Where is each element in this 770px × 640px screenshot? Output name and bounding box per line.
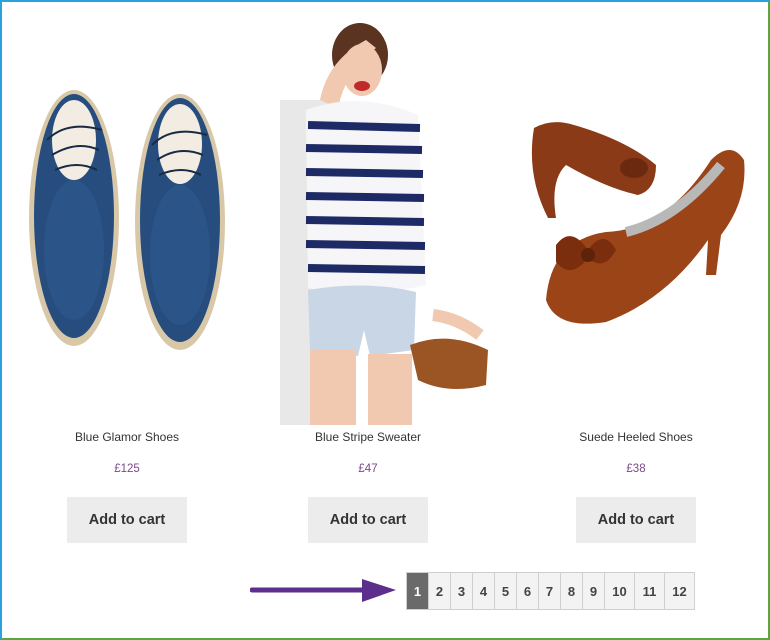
page-link-9[interactable]: 9: [583, 573, 605, 609]
product-image-stripe-sweater[interactable]: [248, 0, 488, 425]
add-to-cart-button[interactable]: Add to cart: [67, 497, 187, 543]
page-link-12[interactable]: 12: [665, 573, 694, 609]
pagination: 1 2 3 4 5 6 7 8 9 10 11 12: [406, 572, 695, 610]
product-image-blue-shoes[interactable]: [7, 0, 247, 425]
page-link-11[interactable]: 11: [635, 573, 665, 609]
page-link-10[interactable]: 10: [605, 573, 635, 609]
page-link-1[interactable]: 1: [407, 573, 429, 609]
page-link-6[interactable]: 6: [517, 573, 539, 609]
page-link-5[interactable]: 5: [495, 573, 517, 609]
stripe-sweater-image: [280, 23, 488, 425]
product-price: £47: [358, 463, 378, 475]
blue-shoes-image: [29, 90, 225, 350]
add-to-cart-button[interactable]: Add to cart: [576, 497, 696, 543]
product-image-suede-heels[interactable]: [516, 0, 756, 425]
product-price: £125: [114, 463, 140, 475]
page-link-3[interactable]: 3: [451, 573, 473, 609]
product-name[interactable]: Blue Glamor Shoes: [7, 430, 247, 444]
page-link-4[interactable]: 4: [473, 573, 495, 609]
suede-heels-image: [531, 122, 745, 324]
right-arrow-icon: [250, 579, 396, 602]
product-price: £38: [626, 463, 646, 475]
page-link-7[interactable]: 7: [539, 573, 561, 609]
page-link-2[interactable]: 2: [429, 573, 451, 609]
page-link-8[interactable]: 8: [561, 573, 583, 609]
product-name[interactable]: Blue Stripe Sweater: [248, 430, 488, 444]
add-to-cart-button[interactable]: Add to cart: [308, 497, 428, 543]
product-name[interactable]: Suede Heeled Shoes: [516, 430, 756, 444]
